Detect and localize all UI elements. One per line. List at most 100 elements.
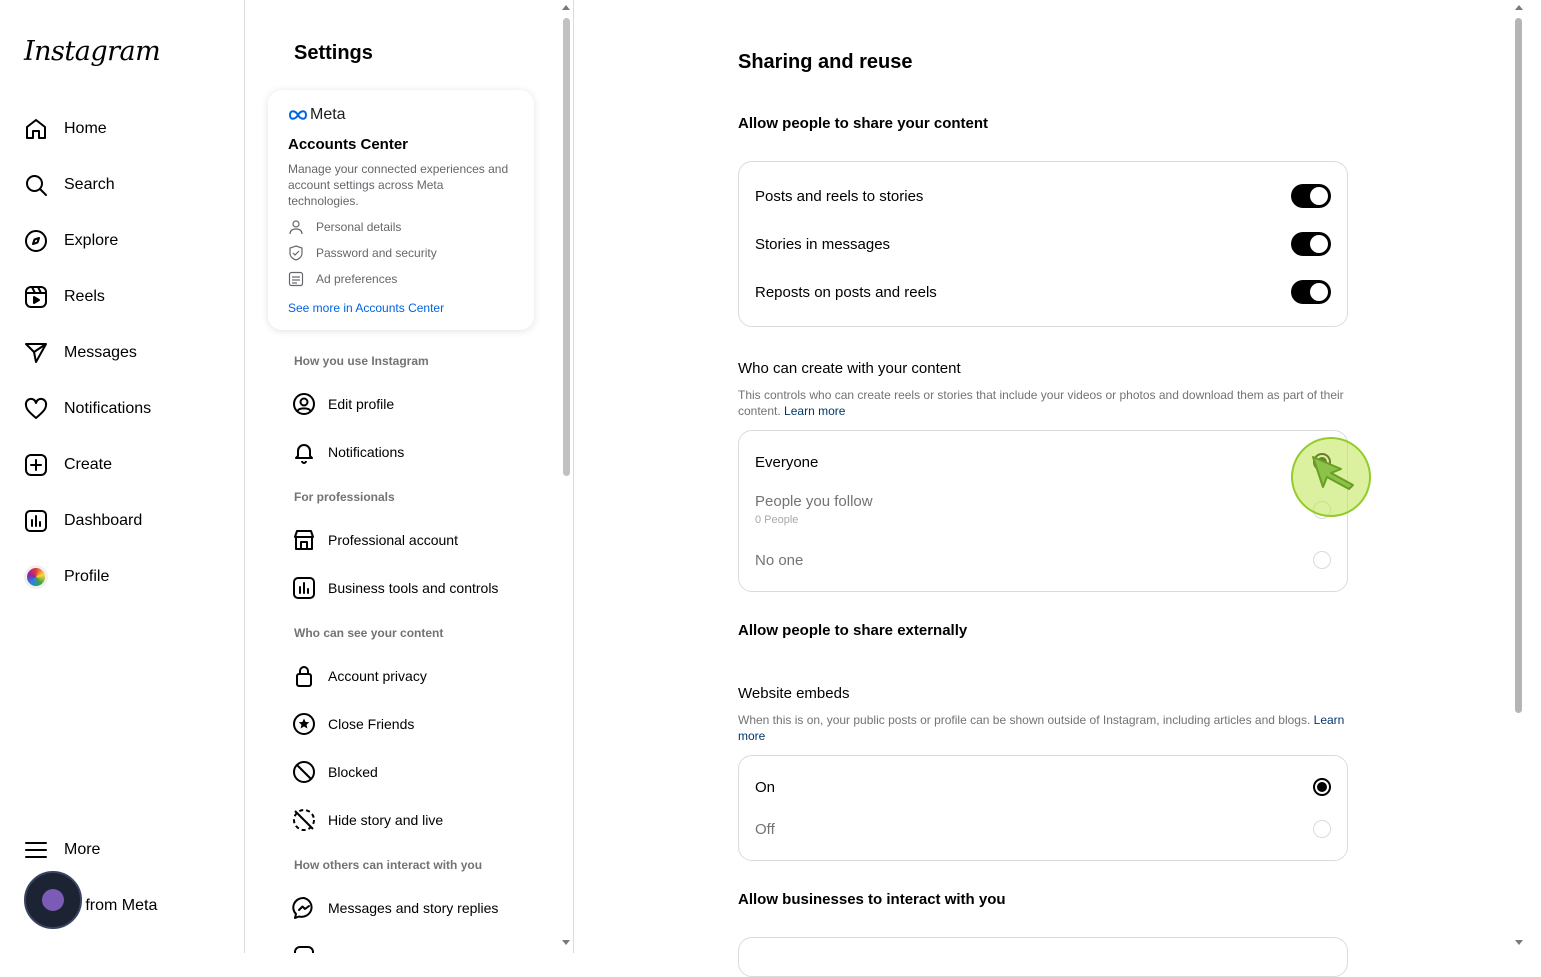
settings-item-business-tools[interactable]: Business tools and controls [292, 568, 542, 608]
nav-item-create[interactable]: Create [24, 445, 224, 485]
people-count: 0 People [755, 514, 799, 526]
nav-item-notifications[interactable]: Notifications [24, 389, 224, 429]
reposts-toggle[interactable] [1291, 280, 1331, 304]
compass-icon [25, 230, 47, 252]
tag-icon [294, 946, 314, 953]
radio-row-off[interactable]: Off [755, 820, 1331, 838]
toggle-label: Reposts on posts and reels [755, 283, 937, 301]
click-highlight [1291, 437, 1371, 517]
section-heading: Who can see your content [294, 626, 444, 640]
settings-item-close-friends[interactable]: Close Friends [292, 704, 542, 744]
settings-item-label: Notifications [328, 444, 405, 460]
nav-label: Dashboard [64, 512, 143, 529]
nav-label: Reels [64, 288, 105, 305]
embeds-heading: Website embeds [738, 685, 850, 702]
block-icon [293, 761, 315, 783]
toggle-row-reposts[interactable]: Reposts on posts and reels [755, 280, 1331, 304]
nav-label: Home [64, 120, 107, 137]
reels-icon [25, 286, 47, 308]
main-scroll-up-arrow[interactable] [1515, 5, 1523, 10]
posts-reels-stories-toggle[interactable] [1291, 184, 1331, 208]
settings-item-hide-story[interactable]: Hide story and live [292, 800, 542, 840]
settings-item-professional-account[interactable]: Professional account [292, 520, 542, 560]
embeds-off-radio[interactable] [1313, 820, 1331, 838]
hide-story-icon [293, 809, 315, 831]
nav-item-explore[interactable]: Explore [24, 221, 224, 261]
nav-label: Notifications [64, 400, 152, 417]
embeds-description-text: When this is on, your public posts or pr… [738, 713, 1311, 727]
nav-label: Messages [64, 344, 137, 361]
no-one-radio[interactable] [1313, 551, 1331, 569]
settings-item-label: Hide story and live [328, 812, 444, 828]
toggle-row-stories-messages[interactable]: Stories in messages [755, 232, 1331, 256]
toggle-label: Stories in messages [755, 235, 891, 253]
settings-item-label: Edit profile [328, 396, 395, 412]
settings-item-label: Professional account [328, 532, 458, 548]
section-heading: How you use Instagram [294, 354, 429, 368]
nav-label: Explore [64, 232, 119, 249]
nav-label: Profile [64, 568, 110, 585]
settings-item-partial[interactable] [292, 936, 542, 953]
nav-label: Create [64, 456, 113, 473]
settings-item-notifications[interactable]: Notifications [292, 432, 542, 472]
radio-row-everyone[interactable]: Everyone [755, 453, 1331, 471]
accounts-center-row-label: Password and security [316, 246, 437, 260]
toggle-row-posts-reels-stories[interactable]: Posts and reels to stories [755, 184, 1331, 208]
accounts-center-title: Accounts Center [288, 136, 409, 153]
settings-scrollbar[interactable] [563, 18, 570, 476]
search-icon [26, 175, 47, 196]
radio-label: Off [755, 820, 775, 838]
toggle-label: Posts and reels to stories [755, 187, 924, 205]
nav-item-profile[interactable]: Profile [24, 557, 224, 597]
main-content: Sharing and reuse Allow people to share … [575, 0, 1541, 977]
instagram-logo[interactable]: Instagram [24, 36, 161, 67]
meta-infinity-icon [288, 110, 308, 120]
radio-row-no-one[interactable]: No one [755, 551, 1331, 569]
settings-item-messages-story-replies[interactable]: Messages and story replies [292, 888, 542, 928]
main-scrollbar[interactable] [1515, 18, 1522, 713]
embeds-on-radio[interactable] [1313, 778, 1331, 796]
settings-item-blocked[interactable]: Blocked [292, 752, 542, 792]
scroll-up-arrow[interactable] [562, 5, 570, 10]
stories-messages-toggle[interactable] [1291, 232, 1331, 256]
nav-item-dashboard[interactable]: Dashboard [24, 501, 224, 541]
settings-item-edit-profile[interactable]: Edit profile [292, 384, 542, 424]
create-description: This controls who can create reels or st… [738, 387, 1350, 419]
embeds-options-card: On Off [738, 755, 1348, 861]
nav-item-home[interactable]: Home [24, 109, 224, 149]
share-heading: Allow people to share your content [738, 115, 989, 132]
settings-sidebar: Settings Meta Accounts Center Manage you… [246, 0, 574, 953]
radio-row-people-you-follow[interactable]: People you follow 0 People [755, 493, 1331, 526]
star-circle-icon [293, 713, 315, 735]
see-more-accounts-center-link[interactable]: See more in Accounts Center [288, 301, 514, 315]
home-icon [26, 119, 46, 139]
nav-item-search[interactable]: Search [24, 165, 224, 205]
nav-label: More [64, 841, 101, 858]
heart-icon [24, 397, 48, 419]
plus-square-icon [25, 454, 47, 476]
scroll-down-arrow[interactable] [562, 940, 570, 945]
accounts-center-card[interactable]: Meta Accounts Center Manage your connect… [268, 90, 534, 330]
page-title: Sharing and reuse [738, 51, 913, 73]
floating-assistant-button[interactable] [24, 871, 82, 929]
nav-item-messages[interactable]: Messages [24, 333, 224, 373]
settings-item-account-privacy[interactable]: Account privacy [292, 656, 542, 696]
radio-row-on[interactable]: On [755, 778, 1331, 796]
accounts-center-description: Manage your connected experiences and ac… [288, 162, 509, 208]
left-navigation: Instagram Home Search Explore Reels Mess… [0, 0, 245, 953]
nav-item-more[interactable]: More [24, 830, 224, 870]
learn-more-link[interactable]: Learn more [784, 404, 845, 418]
hamburger-menu-icon [25, 842, 47, 858]
settings-item-label: Messages and story replies [328, 900, 499, 916]
avatar-icon [24, 565, 48, 589]
meta-logo: Meta [288, 106, 514, 124]
meta-brand-text: Meta [310, 106, 346, 123]
nav-item-reels[interactable]: Reels [24, 277, 224, 317]
section-heading: For professionals [294, 490, 395, 504]
create-heading: Who can create with your content [738, 360, 961, 377]
settings-title: Settings [294, 42, 373, 64]
accounts-center-row-personal-details: Personal details [288, 219, 514, 235]
cursor-arrow-icon [1312, 456, 1354, 490]
create-options-card: Everyone People you follow 0 People No o… [738, 430, 1348, 592]
main-scroll-down-arrow[interactable] [1515, 940, 1523, 945]
